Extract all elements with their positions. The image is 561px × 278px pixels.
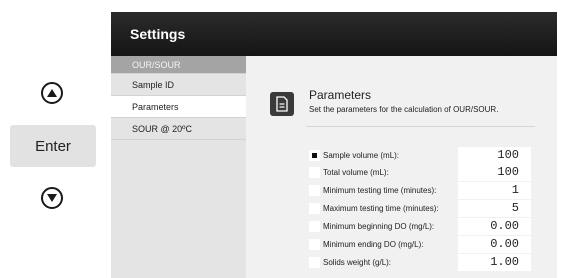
sidebar-item-label: SOUR @ 20ºC	[132, 124, 192, 134]
param-value-field[interactable]: 100	[458, 147, 531, 164]
page-title: Parameters	[309, 88, 372, 102]
param-row-total-volume[interactable]: Total volume (mL): 100	[309, 164, 532, 181]
down-arrow-button[interactable]	[41, 187, 63, 209]
param-label: Total volume (mL):	[323, 168, 389, 177]
param-value-field[interactable]: 100	[458, 164, 531, 181]
parameters-panel: Parameters Set the parameters for the ca…	[246, 56, 557, 278]
enter-button-label: Enter	[35, 137, 71, 155]
param-value-field[interactable]: 1	[458, 182, 531, 199]
param-value-field[interactable]: 0.00	[458, 236, 531, 253]
sidebar-item-sour-20c[interactable]: SOUR @ 20ºC	[111, 118, 246, 140]
checkbox[interactable]	[309, 167, 320, 178]
checkbox[interactable]	[309, 239, 320, 250]
divider	[306, 126, 535, 127]
triangle-up-icon	[47, 89, 57, 97]
param-value-field[interactable]: 5	[458, 200, 531, 217]
param-row-min-testing-time[interactable]: Minimum testing time (minutes): 1	[309, 182, 532, 199]
checkbox[interactable]	[309, 221, 320, 232]
param-label: Minimum beginning DO (mg/L):	[323, 222, 435, 231]
checkbox[interactable]	[309, 150, 320, 161]
device-screen: Settings OUR/SOUR Sample ID Parameters S…	[111, 12, 557, 278]
param-row-sample-volume[interactable]: Sample volume (mL): 100	[309, 147, 532, 164]
sidebar-item-label: Parameters	[132, 102, 179, 112]
param-label: Minimum testing time (minutes):	[323, 186, 437, 195]
triangle-down-icon	[47, 194, 57, 202]
sidebar-item-parameters[interactable]: Parameters	[111, 96, 246, 118]
param-row-max-testing-time[interactable]: Maximum testing time (minutes): 5	[309, 200, 532, 217]
page-subtitle: Set the parameters for the calculation o…	[309, 105, 499, 114]
title-bar: Settings	[111, 12, 557, 56]
screen-title: Settings	[130, 26, 186, 42]
sidebar: OUR/SOUR Sample ID Parameters SOUR @ 20º…	[111, 56, 246, 278]
checkbox[interactable]	[309, 257, 320, 268]
document-icon	[270, 92, 294, 116]
checkbox-mark	[312, 153, 317, 158]
param-row-solids-weight[interactable]: Solids weight (g/L): 1.00	[309, 254, 532, 271]
checkbox[interactable]	[309, 185, 320, 196]
checkbox[interactable]	[309, 203, 320, 214]
sidebar-item-label: OUR/SOUR	[132, 60, 181, 70]
param-row-min-beginning-do[interactable]: Minimum beginning DO (mg/L): 0.00	[309, 218, 532, 235]
up-arrow-button[interactable]	[41, 82, 63, 104]
sidebar-item-our-sour[interactable]: OUR/SOUR	[111, 56, 246, 74]
enter-button[interactable]: Enter	[10, 125, 96, 167]
param-value-field[interactable]: 0.00	[458, 218, 531, 235]
sidebar-item-label: Sample ID	[132, 80, 175, 90]
param-label: Maximum testing time (minutes):	[323, 204, 439, 213]
param-label: Sample volume (mL):	[323, 151, 400, 160]
param-label: Minimum ending DO (mg/L):	[323, 240, 424, 249]
param-value-field[interactable]: 1.00	[458, 254, 531, 271]
param-label: Solids weight (g/L):	[323, 258, 392, 267]
sidebar-item-sample-id[interactable]: Sample ID	[111, 74, 246, 96]
param-row-min-ending-do[interactable]: Minimum ending DO (mg/L): 0.00	[309, 236, 532, 253]
